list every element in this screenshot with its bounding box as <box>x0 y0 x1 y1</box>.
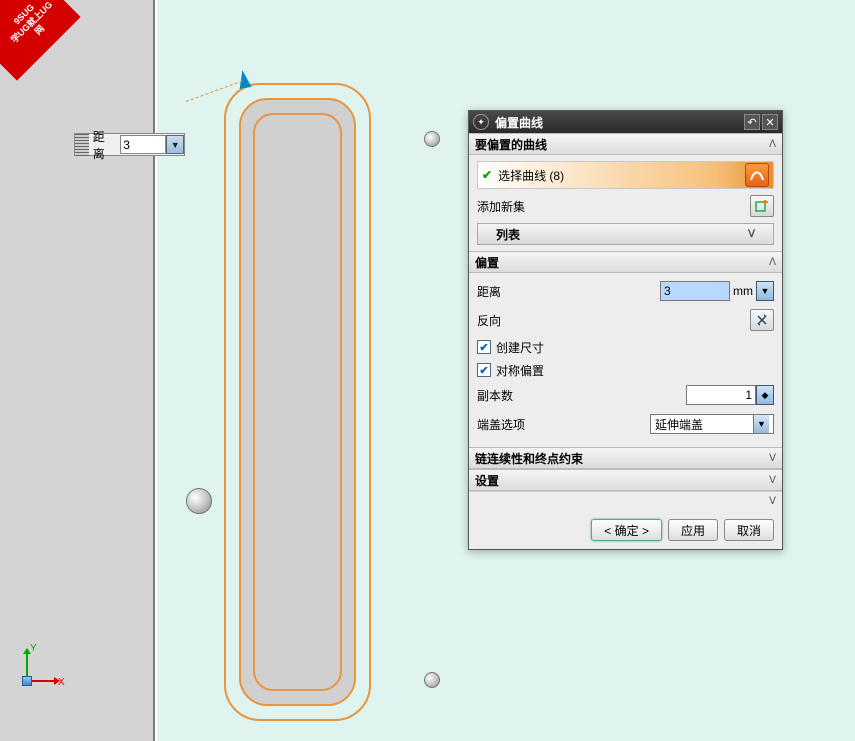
copies-label: 副本数 <box>477 387 686 404</box>
section-offset[interactable]: 偏置 ᐱ <box>469 251 782 273</box>
create-dimension-label: 创建尺寸 <box>496 339 544 356</box>
ok-button[interactable]: < 确定 > <box>591 519 662 541</box>
apply-button[interactable]: 应用 <box>668 519 718 541</box>
add-new-set-button[interactable] <box>750 195 774 217</box>
section-chain-continuity[interactable]: 链连续性和终点约束 ᐯ <box>469 447 782 469</box>
endcap-label: 端盖选项 <box>477 416 650 433</box>
datum-point-icon[interactable] <box>424 672 440 688</box>
dialog-titlebar[interactable]: ✦ 偏置曲线 ↶ ✕ <box>469 111 782 133</box>
dialog-footer-collapse[interactable]: ᐯ <box>469 491 782 511</box>
distance-unit: mm <box>730 284 756 298</box>
origin-cube-icon[interactable] <box>22 676 32 686</box>
distance-input[interactable] <box>660 281 730 301</box>
select-curve-row[interactable]: ✔ 选择曲线 (8) <box>477 161 774 189</box>
chevron-down-icon: ᐯ <box>769 496 776 507</box>
chevron-down-icon: ▼ <box>753 415 769 433</box>
select-curve-label: 选择曲线 (8) <box>498 167 745 184</box>
dialog-button-row: < 确定 > 应用 取消 <box>469 511 782 549</box>
dimension-label: 距离 <box>89 128 121 162</box>
create-dimension-checkbox[interactable]: ✔ <box>477 340 491 354</box>
dimension-input-widget[interactable]: 距离 ▼ <box>74 133 185 156</box>
offset-curve-inner[interactable] <box>253 113 342 691</box>
copies-input[interactable] <box>686 385 756 405</box>
add-new-set-row: 添加新集 <box>477 195 774 217</box>
curve-type-icon[interactable] <box>745 163 769 187</box>
chevron-down-icon: ᐯ <box>769 475 776 486</box>
dimension-dropdown-button[interactable]: ▼ <box>166 135 184 154</box>
symmetric-offset-label: 对称偏置 <box>496 362 544 379</box>
dialog-options-icon[interactable]: ✦ <box>473 114 489 130</box>
endcap-select[interactable]: 延伸端盖 ▼ <box>650 414 774 434</box>
drag-grip-icon[interactable] <box>75 134 89 156</box>
create-dimension-row[interactable]: ✔ 创建尺寸 <box>477 337 774 357</box>
cancel-button[interactable]: 取消 <box>724 519 774 541</box>
chevron-down-icon: ᐯ <box>769 453 776 464</box>
list-collapsible-header[interactable]: 列表 ᐯ <box>477 223 774 245</box>
chevron-up-icon: ᐱ <box>769 257 776 268</box>
dialog-title: 偏置曲线 <box>495 114 742 131</box>
section-settings[interactable]: 设置 ᐯ <box>469 469 782 491</box>
copies-spinner-button[interactable]: ◆ <box>756 385 774 405</box>
x-axis-label: X <box>58 677 65 688</box>
symmetric-offset-checkbox[interactable]: ✔ <box>477 363 491 377</box>
section-curves-to-offset[interactable]: 要偏置的曲线 ᐱ <box>469 133 782 155</box>
y-axis-label: Y <box>30 643 37 654</box>
left-sidebar <box>0 0 155 741</box>
dialog-undo-button[interactable]: ↶ <box>744 114 760 130</box>
dimension-value-input[interactable] <box>120 135 166 154</box>
datum-point-icon[interactable] <box>186 488 212 514</box>
chevron-down-icon: ᐯ <box>748 229 755 240</box>
datum-point-icon[interactable] <box>424 131 440 147</box>
curves-section-body: ✔ 选择曲线 (8) 添加新集 列表 ᐯ <box>469 155 782 251</box>
offset-section-body: 距离 mm ▼ 反向 ✔ 创建尺寸 ✔ 对称偏置 副本数 ◆ 端盖选项 延伸 <box>469 273 782 447</box>
reverse-direction-button[interactable] <box>750 309 774 331</box>
symmetric-offset-row[interactable]: ✔ 对称偏置 <box>477 360 774 380</box>
distance-label: 距离 <box>477 283 660 300</box>
dialog-close-button[interactable]: ✕ <box>762 114 778 130</box>
distance-dropdown-button[interactable]: ▼ <box>756 281 774 301</box>
add-new-set-label: 添加新集 <box>477 198 750 215</box>
chevron-up-icon: ᐱ <box>769 139 776 150</box>
offset-curve-dialog: ✦ 偏置曲线 ↶ ✕ 要偏置的曲线 ᐱ ✔ 选择曲线 (8) 添加新集 列表 ᐯ… <box>468 110 783 550</box>
checkmark-icon: ✔ <box>482 168 492 182</box>
reverse-label: 反向 <box>477 312 750 329</box>
